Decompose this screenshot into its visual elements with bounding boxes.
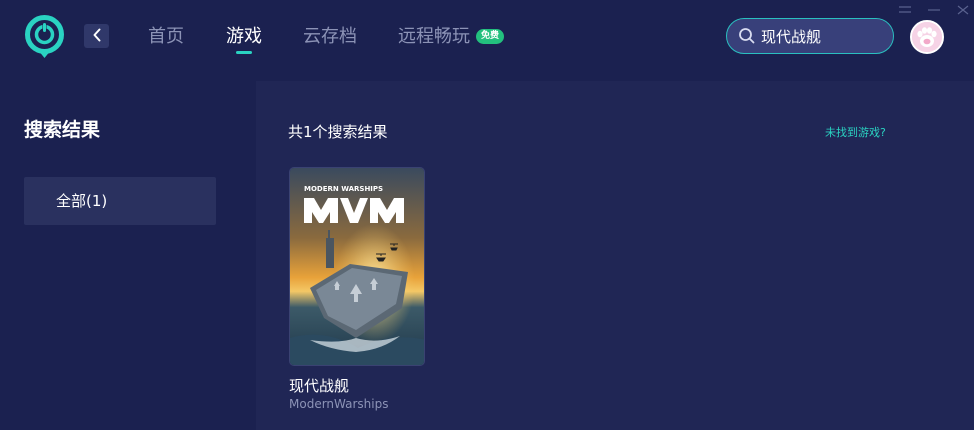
free-badge: 免费 xyxy=(476,29,504,44)
nav-cloud-save[interactable]: 云存档 xyxy=(303,24,357,50)
main-content: 共1个搜索结果 未找到游戏? MODERN WARSHIPS 现代战舰 Mode… xyxy=(256,81,974,430)
cat-paw-icon xyxy=(912,22,942,52)
game-card[interactable]: MODERN WARSHIPS 现代战舰 ModernWarships xyxy=(289,167,425,417)
not-found-link[interactable]: 未找到游戏? xyxy=(825,124,886,140)
back-button[interactable] xyxy=(84,24,109,48)
close-icon[interactable] xyxy=(956,0,970,15)
avatar[interactable] xyxy=(910,20,944,54)
filter-all[interactable]: 全部(1) xyxy=(24,177,216,225)
sidebar-title: 搜索结果 xyxy=(24,119,101,141)
chevron-left-icon xyxy=(92,27,102,46)
search-icon[interactable] xyxy=(738,27,756,45)
search-input[interactable] xyxy=(761,24,891,48)
nav-home[interactable]: 首页 xyxy=(148,24,184,50)
game-subtitle: ModernWarships xyxy=(289,397,389,411)
sidebar: 搜索结果 全部(1) xyxy=(0,81,256,430)
menu-icon[interactable] xyxy=(898,0,912,13)
cover-title-text: MODERN WARSHIPS xyxy=(304,185,383,193)
active-nav-indicator xyxy=(236,51,252,54)
game-cover-image[interactable]: MODERN WARSHIPS xyxy=(289,167,425,366)
game-title[interactable]: 现代战舰 xyxy=(289,375,349,396)
nav-games[interactable]: 游戏 xyxy=(226,24,262,50)
top-bar: 首页 游戏 云存档 远程畅玩 免费 xyxy=(0,0,974,81)
nav-remote-play[interactable]: 远程畅玩 xyxy=(398,24,470,50)
search-box[interactable] xyxy=(726,18,894,54)
result-count: 共1个搜索结果 xyxy=(288,123,388,141)
minimize-icon[interactable] xyxy=(927,0,941,11)
app-logo-icon[interactable] xyxy=(24,14,65,60)
